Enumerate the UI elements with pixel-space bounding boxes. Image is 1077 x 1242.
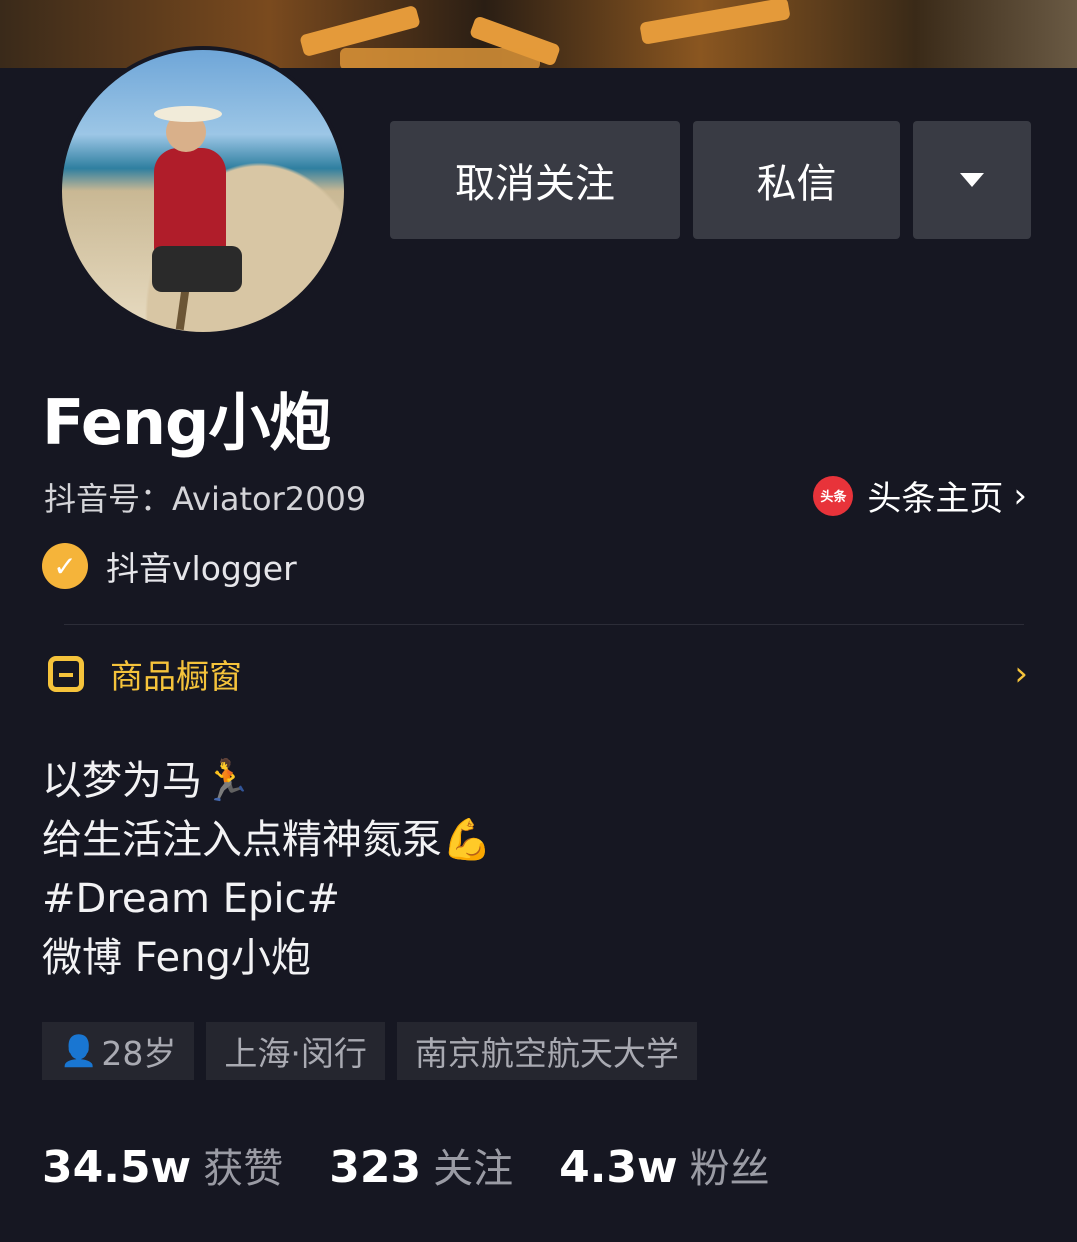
shop-icon	[48, 656, 84, 692]
profile-name: Feng小炮	[42, 386, 331, 459]
location-tag: 上海·闵行	[206, 1022, 385, 1080]
followers-stat[interactable]: 4.3w 粉丝	[559, 1136, 770, 1194]
bio-line: 以梦为马🏃	[42, 758, 252, 804]
followers-label: 粉丝	[689, 1146, 770, 1192]
likes-label: 获赞	[203, 1146, 284, 1192]
avatar[interactable]	[58, 46, 348, 336]
verification-row: ✓ 抖音vlogger	[42, 542, 297, 590]
age-tag: 👤 28岁	[42, 1022, 195, 1080]
chevron-right-icon: ›	[1013, 475, 1027, 516]
stats-row: 34.5w 获赞 323 关注 4.3w 粉丝	[42, 1136, 816, 1194]
divider	[64, 624, 1024, 625]
likes-count: 34.5w	[42, 1142, 192, 1193]
following-stat[interactable]: 323 关注	[329, 1136, 513, 1194]
shop-label: 商品橱窗	[110, 657, 242, 696]
verification-label: 抖音vlogger	[106, 549, 297, 588]
toutiao-label: 头条主页	[867, 479, 1004, 519]
caret-down-icon	[960, 173, 984, 187]
more-options-button[interactable]	[913, 121, 1031, 239]
douyin-id: 抖音号：Aviator2009	[44, 480, 367, 518]
bio-line: 微博 Feng小炮	[42, 935, 311, 981]
following-count: 323	[329, 1142, 422, 1193]
profile-tags: 👤 28岁 上海·闵行 南京航空航天大学	[42, 1022, 709, 1080]
toutiao-logo-icon: 头条	[813, 475, 854, 516]
chevron-right-icon: ›	[1014, 654, 1028, 694]
bio-line: #Dream Epic#	[42, 876, 340, 922]
toutiao-homepage-link[interactable]: 头条 头条主页 ›	[813, 471, 1027, 520]
unfollow-button[interactable]: 取消关注	[390, 121, 680, 239]
likes-stat: 34.5w 获赞	[42, 1136, 283, 1194]
bio: 以梦为马🏃 给生活注入点精神氮泵💪 #Dream Epic# 微博 Feng小炮	[42, 752, 492, 988]
person-icon: 👤	[60, 1033, 98, 1069]
message-button[interactable]: 私信	[693, 121, 900, 239]
school-tag: 南京航空航天大学	[396, 1022, 697, 1080]
shop-window-row[interactable]: 商品橱窗 ›	[48, 650, 1028, 698]
following-label: 关注	[433, 1146, 514, 1192]
followers-count: 4.3w	[559, 1142, 678, 1193]
bio-line: 给生活注入点精神氮泵💪	[42, 817, 492, 863]
verified-check-icon: ✓	[42, 543, 88, 589]
age-label: 28岁	[101, 1034, 177, 1073]
